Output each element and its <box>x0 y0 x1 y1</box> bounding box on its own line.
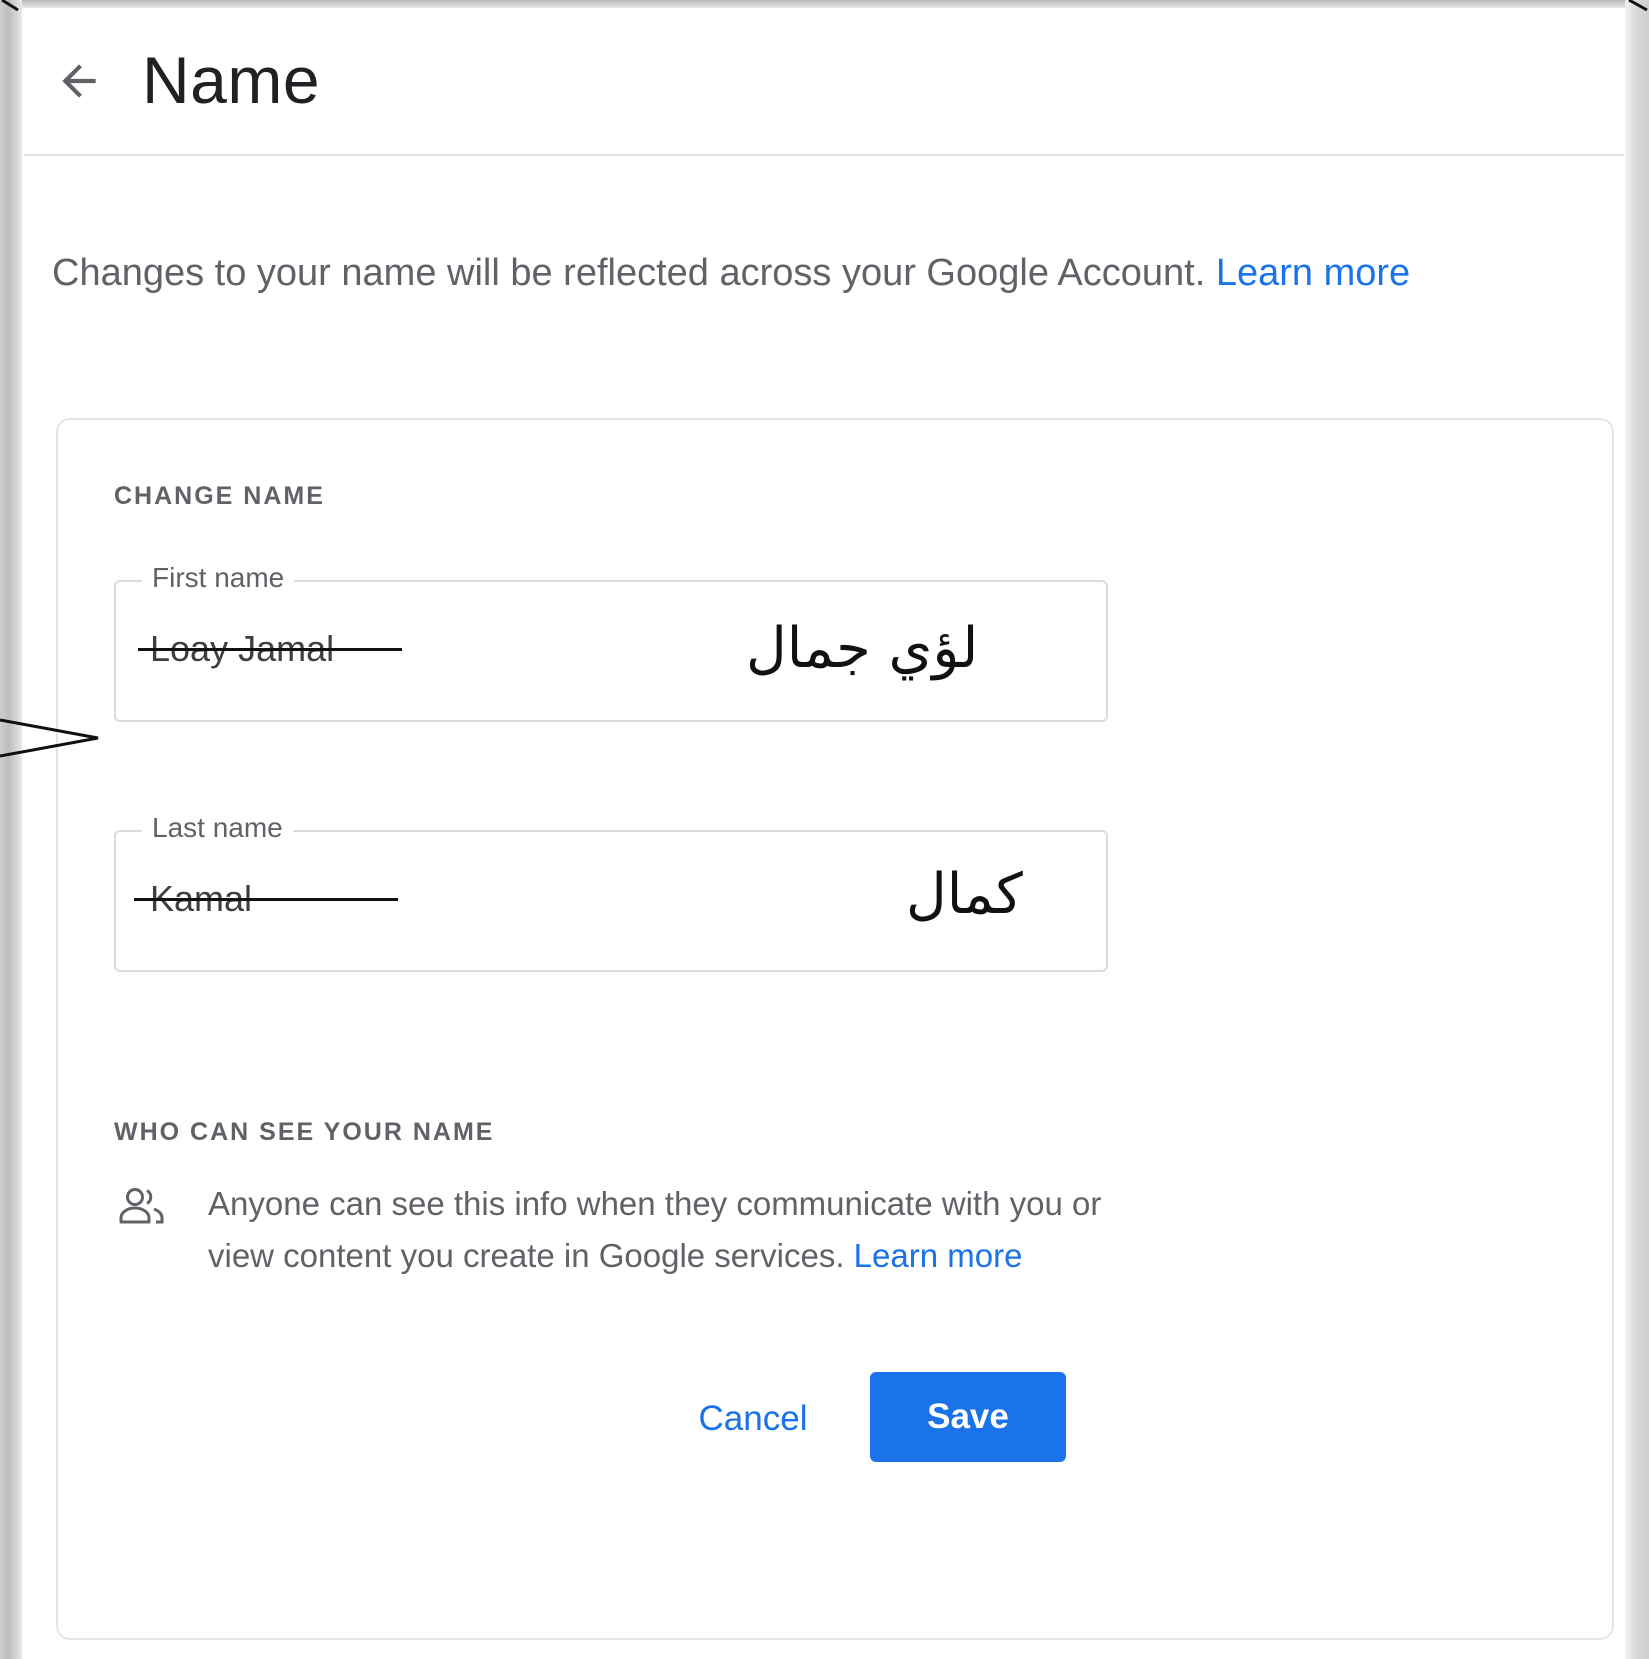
people-icon <box>119 1188 164 1224</box>
last-name-strikethrough <box>134 898 398 901</box>
last-name-arabic-annotation: كمال <box>906 862 1023 927</box>
first-name-arabic-annotation: لؤي جمال <box>746 616 979 681</box>
first-name-strikethrough <box>138 648 402 651</box>
frame-left-edge <box>0 0 22 1659</box>
back-button[interactable] <box>54 56 104 106</box>
intro-learn-more-link[interactable]: Learn more <box>1216 252 1410 294</box>
intro-text: Changes to your name will be reflected a… <box>52 252 1206 294</box>
screenshot-stage: Name Changes to your name will be reflec… <box>0 0 1649 1659</box>
change-name-card: CHANGE NAME First name Loay Jamal لؤي جم… <box>56 418 1614 1640</box>
hand-drawn-corner-mark-left <box>1 0 19 12</box>
who-can-see-heading: WHO CAN SEE YOUR NAME <box>114 1118 495 1146</box>
arrow-back-icon <box>62 64 96 98</box>
last-name-label: Last name <box>142 812 293 844</box>
frame-right-edge <box>1625 0 1649 1659</box>
save-button[interactable]: Save <box>870 1372 1066 1462</box>
visibility-learn-more-link[interactable]: Learn more <box>854 1237 1023 1274</box>
hand-drawn-pointer <box>0 718 99 758</box>
visibility-description: Anyone can see this info when they commu… <box>208 1178 1108 1282</box>
last-name-field[interactable]: Last name Kamal كمال <box>114 812 1108 972</box>
cancel-button[interactable]: Cancel <box>683 1375 823 1463</box>
hand-drawn-corner-mark-right <box>1628 0 1648 12</box>
page-title: Name <box>142 43 321 117</box>
change-name-heading: CHANGE NAME <box>114 482 325 510</box>
frame-top-edge <box>0 0 1649 8</box>
first-name-field[interactable]: First name Loay Jamal لؤي جمال <box>114 562 1108 722</box>
name-settings-window: Name Changes to your name will be reflec… <box>24 8 1624 1659</box>
first-name-label: First name <box>142 562 295 594</box>
page-header: Name <box>24 8 1624 156</box>
intro-paragraph: Changes to your name will be reflected a… <box>52 242 1412 304</box>
